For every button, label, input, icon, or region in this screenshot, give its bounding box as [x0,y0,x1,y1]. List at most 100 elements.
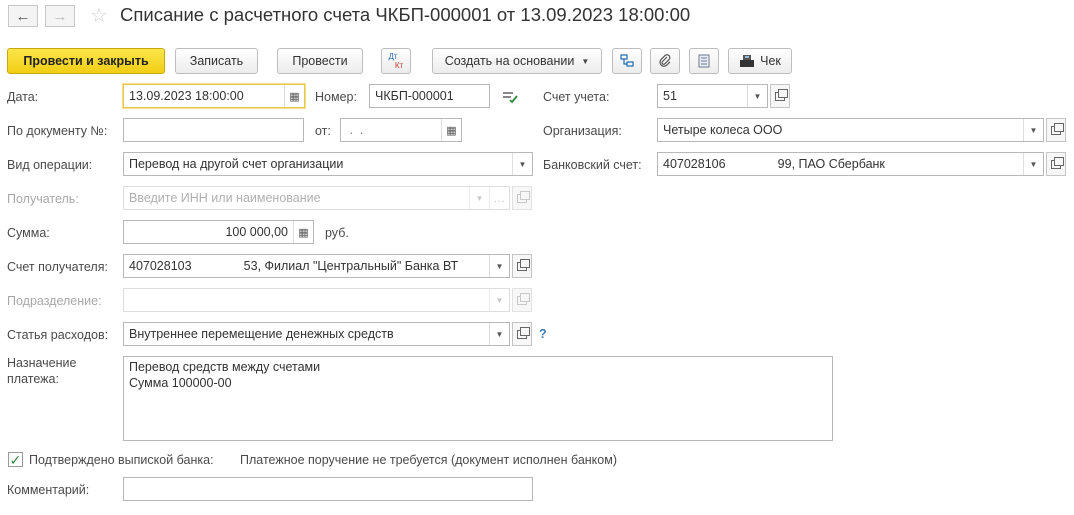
account-field[interactable]: 51 ▼ [657,84,768,108]
confirmed-note: Платежное поручение не требуется (докуме… [240,453,617,467]
receipt-label: Чек [760,54,781,68]
purpose-label-line2: платежа: [7,372,59,386]
confirmed-checkbox[interactable]: ✓ [8,452,23,467]
number-value: ЧКБП-000001 [375,89,454,103]
account-label: Счет учета: [543,90,610,104]
bank-account-field[interactable]: 407028106 99, ПАО Сбербанк ▼ [657,152,1044,176]
recipient-account-value: 407028103 53, Филиал "Центральный" Банка… [129,259,459,273]
create-based-on-label: Создать на основании [444,54,575,68]
doc-number-label: По документу №: [7,124,108,138]
calendar-icon[interactable]: ▦ [441,119,461,141]
purpose-textarea[interactable]: Перевод средств между счетами Сумма 1000… [123,356,833,441]
attach-button[interactable] [650,48,680,74]
number-check-icon[interactable] [502,90,518,104]
bank-account-label: Банковский счет: [543,158,642,172]
doc-from-field[interactable]: . . ▦ [340,118,462,142]
department-value [124,289,489,311]
number-field[interactable]: ЧКБП-000001 [369,84,490,108]
date-field[interactable]: 13.09.2023 18:00:00 ▦ [123,84,305,108]
post-button[interactable]: Провести [277,48,363,74]
operation-label: Вид операции: [7,158,93,172]
chevron-down-icon: ▼ [489,289,509,311]
calendar-icon[interactable]: ▦ [284,85,304,107]
confirmed-label[interactable]: Подтверждено выпиской банка: [29,453,214,467]
recipient-label: Получатель: [7,192,79,206]
expense-item-value: Внутреннее перемещение денежных средств [129,327,394,341]
kt-label: Кт [394,61,404,70]
dt-kt-icon: Дт Кт [388,52,403,70]
help-icon[interactable]: ? [539,327,547,341]
caret-down-icon: ▼ [581,56,590,66]
recipient-account-label: Счет получателя: [7,260,108,274]
structure-button[interactable] [612,48,642,74]
account-value: 51 [663,89,677,103]
expense-item-label: Статья расходов: [7,328,109,342]
account-open-button[interactable] [770,84,790,108]
comment-value [124,478,532,500]
list-button[interactable] [689,48,719,74]
organization-value: Четыре колеса ООО [663,123,783,137]
bank-account-open-button[interactable] [1046,152,1066,176]
calculator-icon[interactable]: ▦ [293,221,313,243]
purpose-line: Перевод средств между счетами [129,360,321,374]
open-window-icon [517,292,530,305]
ellipsis-icon: … [489,187,509,209]
doc-number-value [124,119,303,141]
document-list-icon [698,54,710,68]
post-and-close-button[interactable]: Провести и закрыть [7,48,165,74]
create-based-on-button[interactable]: Создать на основании ▼ [432,48,602,74]
expense-item-open-button[interactable] [512,322,532,346]
open-window-icon [517,258,530,271]
chevron-down-icon[interactable]: ▼ [1023,153,1043,175]
dt-kt-button[interactable]: Дт Кт [381,48,411,74]
receipt-button[interactable]: Чек [728,48,792,74]
dt-label: Дт [388,52,398,61]
structure-icon [620,54,634,67]
comment-field[interactable] [123,477,533,501]
save-button[interactable]: Записать [175,48,258,74]
organization-label: Организация: [543,124,622,138]
chevron-down-icon: ▼ [469,187,489,209]
paperclip-icon [659,54,671,67]
open-window-icon [517,190,530,203]
number-label: Номер: [315,90,357,104]
organization-field[interactable]: Четыре колеса ООО ▼ [657,118,1044,142]
doc-from-value: . . [346,123,364,137]
open-window-icon [517,326,530,339]
comment-label: Комментарий: [7,483,90,497]
expense-item-field[interactable]: Внутреннее перемещение денежных средств … [123,322,510,346]
operation-field[interactable]: Перевод на другой счет организации ▼ [123,152,533,176]
chevron-down-icon[interactable]: ▼ [512,153,532,175]
department-field: ▼ [123,288,510,312]
department-open-button [512,288,532,312]
doc-number-field[interactable] [123,118,304,142]
recipient-open-button [512,186,532,210]
recipient-account-open-button[interactable] [512,254,532,278]
recipient-placeholder: Введите ИНН или наименование [129,191,321,205]
chevron-down-icon[interactable]: ▼ [747,85,767,107]
cash-register-icon [740,55,755,67]
purpose-line: Сумма 100000-00 [129,376,232,390]
arrow-left-icon: ← [15,7,31,25]
date-label: Дата: [7,90,39,104]
open-window-icon [1051,156,1064,169]
amount-field[interactable]: 100 000,00 ▦ [123,220,314,244]
amount-value: 100 000,00 [225,225,288,239]
back-button[interactable]: ← [8,5,38,27]
chevron-down-icon[interactable]: ▼ [489,255,509,277]
department-label: Подразделение: [7,294,102,308]
forward-button[interactable]: → [45,5,75,27]
purpose-label-line1: Назначение [7,356,77,370]
chevron-down-icon[interactable]: ▼ [489,323,509,345]
save-label: Записать [189,54,244,68]
chevron-down-icon[interactable]: ▼ [1023,119,1043,141]
recipient-account-field[interactable]: 407028103 53, Филиал "Центральный" Банка… [123,254,510,278]
post-label: Провести [292,54,348,68]
organization-open-button[interactable] [1046,118,1066,142]
bank-account-value: 407028106 99, ПАО Сбербанк [663,157,885,171]
amount-label: Сумма: [7,226,50,240]
recipient-field: Введите ИНН или наименование ▼ … [123,186,510,210]
doc-from-label: от: [315,124,331,138]
arrow-right-icon: → [52,7,68,25]
star-icon[interactable]: ☆ [90,3,108,28]
